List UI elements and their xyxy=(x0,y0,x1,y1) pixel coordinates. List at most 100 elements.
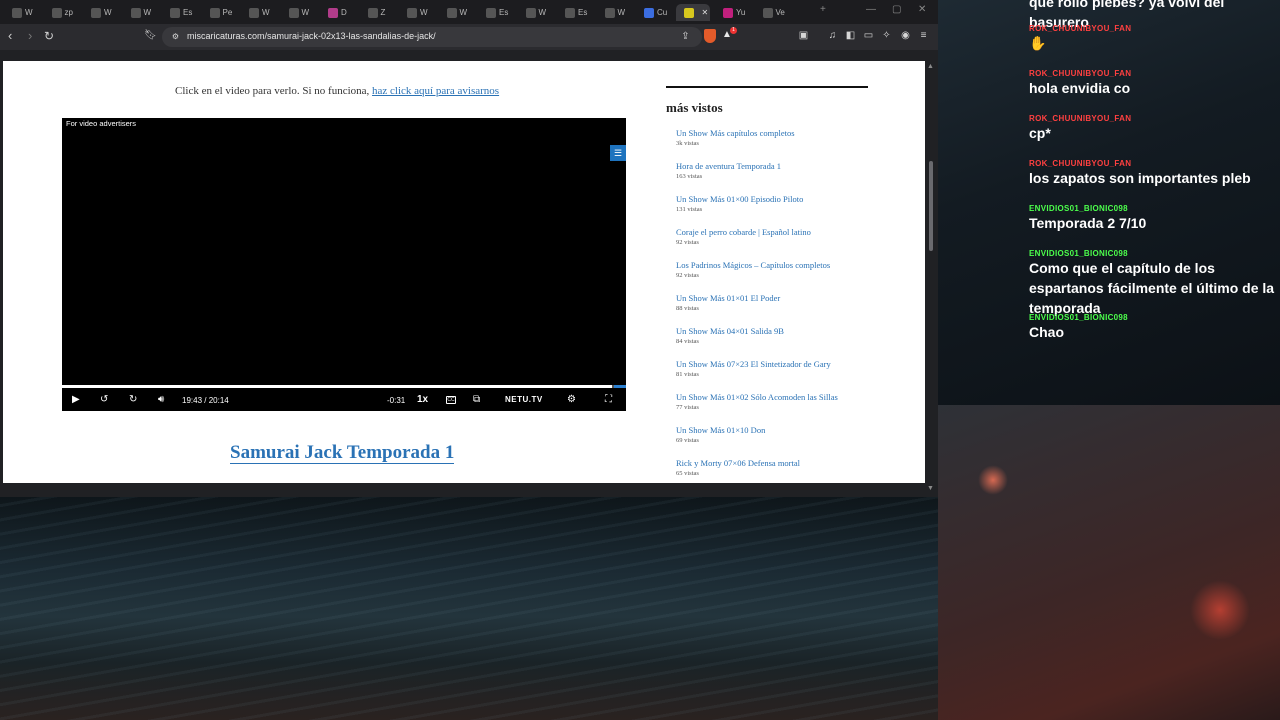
reload-button[interactable]: ↻ xyxy=(44,29,54,43)
vpn-icon[interactable]: ◉ xyxy=(900,30,911,41)
browser-tab[interactable]: ✕ xyxy=(675,4,710,21)
leo-icon[interactable]: ✧ xyxy=(881,30,892,41)
scroll-up-icon[interactable]: ▲ xyxy=(927,63,934,70)
tab-favicon-icon xyxy=(604,7,615,18)
vertical-scrollbar[interactable]: ▲ ▼ xyxy=(926,61,936,495)
game-scene xyxy=(0,490,940,720)
most-viewed-item: Los Padrinos Mágicos – Capítulos complet… xyxy=(676,260,866,280)
video-player[interactable]: For video advertisers ☰ ▶ ↺ ↻ 🔊︎ 19:43 /… xyxy=(62,118,626,411)
browser-tab[interactable]: Z xyxy=(360,4,396,21)
browser-tab[interactable]: W xyxy=(439,4,475,21)
browser-tab[interactable]: W xyxy=(4,4,40,21)
reading-list-icon[interactable]: ◧ xyxy=(845,30,856,41)
tab-favicon-icon xyxy=(565,7,575,18)
media-icon[interactable]: ♫ xyxy=(827,30,838,41)
browser-tab[interactable]: Es xyxy=(557,4,593,21)
browser-tab[interactable]: W xyxy=(399,4,435,21)
browser-tab[interactable]: Pe xyxy=(202,4,238,21)
maximize-button[interactable]: ▢ xyxy=(892,4,901,15)
tab-favicon-icon xyxy=(91,7,101,18)
most-viewed-link[interactable]: Un Show Más 01×10 Don xyxy=(676,425,866,436)
video-buffer-end xyxy=(614,385,626,388)
report-link[interactable]: haz click aquí para avisarnos xyxy=(372,85,499,97)
chat-message-text: Como que el capítulo de los espartanos f… xyxy=(1029,260,1275,316)
most-viewed-link[interactable]: Coraje el perro cobarde | Español latino xyxy=(676,227,866,238)
advertiser-label[interactable]: For video advertisers xyxy=(66,119,136,128)
tab-label: W xyxy=(262,8,270,17)
most-viewed-link[interactable]: Un Show Más 04×01 Salida 9B xyxy=(676,326,866,337)
most-viewed-link[interactable]: Un Show Más 07×23 El Sintetizador de Gar… xyxy=(676,359,866,370)
close-window-button[interactable]: ✕ xyxy=(918,4,926,15)
settings-icon[interactable]: ⚙ xyxy=(567,394,576,406)
wallet-icon[interactable]: ▭ xyxy=(863,30,874,41)
chat-username: ENVIDIOS01_BIONIC098 xyxy=(1029,249,1128,258)
tab-favicon-icon xyxy=(762,7,773,18)
video-progress-bar[interactable] xyxy=(62,385,626,388)
scroll-down-icon[interactable]: ▼ xyxy=(927,485,934,492)
play-icon[interactable]: ▶ xyxy=(72,394,80,406)
most-viewed-link[interactable]: Un Show Más 01×01 El Poder xyxy=(676,293,866,304)
sidebar-toggle-icon[interactable]: ▣ xyxy=(798,30,809,41)
browser-tab[interactable]: W xyxy=(597,4,633,21)
forward-button[interactable]: › xyxy=(28,29,32,43)
video-time: 19:43 / 20:14 xyxy=(182,396,229,405)
new-tab-button[interactable]: + xyxy=(820,4,826,15)
most-viewed-link[interactable]: Un Show Más 01×00 Episodio Piloto xyxy=(676,194,866,205)
fullscreen-icon[interactable]: ⛶ xyxy=(605,394,612,406)
most-viewed-link[interactable]: Los Padrinos Mágicos – Capítulos complet… xyxy=(676,260,866,271)
view-count: 88 vistas xyxy=(676,305,699,312)
most-viewed-link[interactable]: Un Show Más capítulos completos xyxy=(676,128,866,139)
brave-shield-icon[interactable] xyxy=(704,29,716,43)
browser-tab[interactable]: Yu xyxy=(715,4,751,21)
volume-icon[interactable]: 🔊︎ xyxy=(158,394,164,406)
tab-label: W xyxy=(301,8,310,17)
forward-icon[interactable]: ↻ xyxy=(129,394,137,406)
chat-message-text: Chao xyxy=(1029,324,1064,340)
rewards-badge: 1 xyxy=(730,27,737,34)
most-viewed-link[interactable]: Un Show Más 01×02 Sólo Acomoden las Sill… xyxy=(676,392,866,403)
back-button[interactable]: ‹ xyxy=(8,29,12,43)
tab-label: Ve xyxy=(775,8,785,17)
page-bottom-edge xyxy=(3,483,925,495)
close-tab-icon[interactable]: ✕ xyxy=(702,8,709,17)
browser-tab[interactable]: D xyxy=(320,4,356,21)
browser-tab[interactable]: W xyxy=(123,4,159,21)
minimize-button[interactable]: — xyxy=(866,4,876,15)
captions-button[interactable]: CC xyxy=(446,396,456,404)
chat-message-text: Temporada 2 7/10 xyxy=(1029,215,1147,231)
bookmark-icon[interactable]: 🔖︎ xyxy=(144,30,157,41)
rewind-icon[interactable]: ↺ xyxy=(100,394,108,406)
tab-label: W xyxy=(104,8,112,17)
scrollbar-thumb[interactable] xyxy=(929,161,933,251)
most-viewed-item: Un Show Más 01×10 Don 69 vistas xyxy=(676,425,866,445)
speed-button[interactable]: 1x xyxy=(417,394,428,405)
most-viewed-item: Hora de aventura Temporada 1 163 vistas xyxy=(676,161,866,181)
tab-label: W xyxy=(420,8,428,17)
menu-icon[interactable]: ≡ xyxy=(918,30,929,41)
most-viewed-link[interactable]: Rick y Morty 07×06 Defensa mortal xyxy=(676,458,866,469)
browser-tab[interactable]: Es xyxy=(478,4,514,21)
browser-tab[interactable]: Ve xyxy=(755,4,791,21)
tab-favicon-icon xyxy=(644,7,654,18)
chat-message: ENVIDIOS01_BIONIC098 Temporada 2 7/10 xyxy=(1029,204,1280,233)
tab-favicon-icon xyxy=(130,7,141,18)
video-menu-icon[interactable]: ☰ xyxy=(610,145,626,161)
browser-tab[interactable]: Cu xyxy=(636,4,672,21)
view-count: 163 vistas xyxy=(676,173,703,180)
browser-tab[interactable]: W xyxy=(281,4,317,21)
browser-tab[interactable]: W xyxy=(83,4,119,21)
tab-favicon-icon xyxy=(367,7,378,18)
browser-tab[interactable]: W xyxy=(241,4,277,21)
season-link[interactable]: Samurai Jack Temporada 1 xyxy=(230,443,455,464)
site-info-icon[interactable]: ⚙ xyxy=(170,31,181,42)
share-icon[interactable]: ⇪ xyxy=(680,31,691,42)
view-count: 65 vistas xyxy=(676,470,699,477)
pip-icon[interactable]: ⧉ xyxy=(473,394,480,406)
browser-tab[interactable]: zp xyxy=(44,4,80,21)
most-viewed-link[interactable]: Hora de aventura Temporada 1 xyxy=(676,161,866,172)
address-bar[interactable]: ⚙ miscaricaturas.com/samurai-jack-02x13-… xyxy=(162,27,702,47)
player-brand-logo[interactable]: NETU.TV xyxy=(505,395,543,404)
browser-tab[interactable]: Es xyxy=(162,4,198,21)
chat-message: ENVIDIOS01_BIONIC098 Chao xyxy=(1029,313,1280,342)
browser-tab[interactable]: W xyxy=(518,4,554,21)
